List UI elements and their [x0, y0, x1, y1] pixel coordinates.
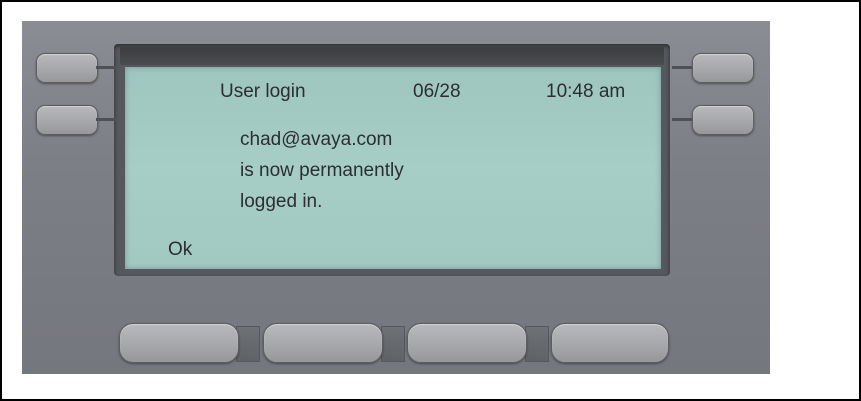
softkey-1[interactable] [119, 323, 239, 363]
right-line-button-2[interactable] [692, 105, 754, 135]
display-bezel-top [120, 47, 664, 65]
phone-body: User login 06/28 10:48 am chad@avaya.com… [22, 21, 770, 374]
screen-date: 06/28 [413, 81, 461, 102]
message-line-1: chad@avaya.com [240, 129, 393, 150]
softkey-separator-1 [236, 326, 260, 362]
lcd-screen: User login 06/28 10:48 am chad@avaya.com… [125, 67, 661, 269]
right-button-1-connector [672, 66, 692, 69]
right-line-button-1[interactable] [692, 53, 754, 83]
left-line-button-1[interactable] [36, 53, 98, 83]
softkey-3[interactable] [407, 323, 527, 363]
softkey-label-1: Ok [168, 239, 193, 260]
softkey-2[interactable] [263, 323, 383, 363]
left-button-2-connector [96, 118, 116, 121]
message-line-3: logged in. [240, 191, 323, 212]
softkey-separator-3 [525, 326, 549, 362]
right-button-2-connector [672, 118, 692, 121]
left-line-button-2[interactable] [36, 105, 98, 135]
screen-title: User login [220, 81, 306, 102]
screen-time: 10:48 am [546, 81, 626, 102]
softkey-separator-2 [381, 326, 405, 362]
message-line-2: is now permanently [240, 160, 404, 181]
left-button-1-connector [96, 66, 116, 69]
softkey-4[interactable] [551, 323, 669, 363]
